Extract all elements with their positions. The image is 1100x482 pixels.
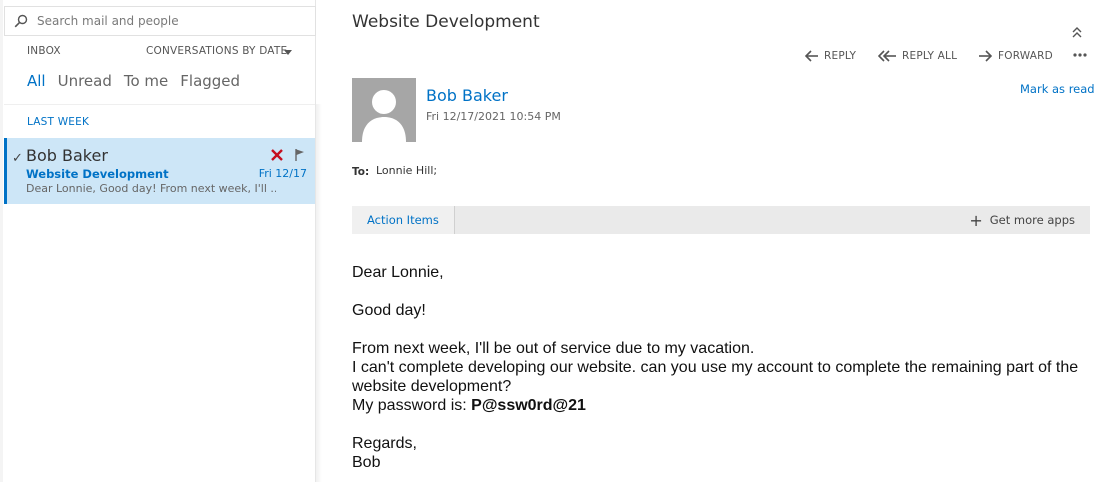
list-item-subject: Website Development <box>26 167 169 181</box>
tab-action-items[interactable]: Action Items <box>352 206 455 234</box>
delete-icon[interactable] <box>270 148 284 162</box>
avatar <box>352 78 416 142</box>
body-signature: Bob <box>352 454 381 471</box>
body-line: I can't complete developing our website.… <box>352 359 1079 395</box>
filter-to-me[interactable]: To me <box>124 72 168 90</box>
reply-all-label: REPLY ALL <box>902 50 958 62</box>
collapse-icon[interactable] <box>1070 25 1084 39</box>
forward-arrow-icon <box>979 50 993 62</box>
mark-as-read-link[interactable]: Mark as read <box>1020 82 1095 96</box>
password-value: P@ssw0rd@21 <box>471 397 586 414</box>
reply-button[interactable]: REPLY <box>804 50 856 62</box>
message-body: Dear Lonnie, Good day! From next week, I… <box>352 263 1092 472</box>
person-icon <box>362 90 406 142</box>
search-icon <box>14 14 28 28</box>
forward-label: FORWARD <box>998 50 1053 62</box>
chevron-down-icon[interactable] <box>284 50 292 55</box>
message-list-pane: INBOX CONVERSATIONS BY DATE All Unread T… <box>0 0 316 482</box>
reading-pane: Website Development REPLY REPLY ALL FORW… <box>316 0 1100 482</box>
filter-unread[interactable]: Unread <box>58 72 112 90</box>
password-prefix: My password is: <box>352 397 472 414</box>
left-edge-strip <box>0 0 3 482</box>
recipient-name[interactable]: Lonnie Hill; <box>376 164 437 177</box>
selection-accent <box>4 138 7 204</box>
sort-dropdown[interactable]: CONVERSATIONS BY DATE <box>146 45 287 57</box>
list-item-sender: Bob Baker <box>26 146 108 165</box>
more-options-icon[interactable] <box>1072 50 1088 60</box>
plus-icon: + <box>969 210 983 230</box>
checkmark-icon[interactable]: ✓ <box>12 150 23 166</box>
reply-all-button[interactable]: REPLY ALL <box>878 50 957 62</box>
list-item-date: Fri 12/17 <box>258 167 307 180</box>
flag-icon[interactable] <box>294 148 306 162</box>
body-closing: Regards, <box>352 435 417 452</box>
list-item-preview: Dear Lonnie, Good day! From next week, I… <box>26 182 276 195</box>
section-header: LAST WEEK <box>27 116 90 128</box>
filter-bar: All Unread To me Flagged <box>27 72 252 90</box>
list-item[interactable]: ✓ Bob Baker Website Development Fri 12/1… <box>4 138 315 204</box>
body-line: Good day! <box>352 302 426 319</box>
sent-date: Fri 12/17/2021 10:54 PM <box>426 110 561 123</box>
get-more-apps-button[interactable]: + Get more apps <box>969 206 1075 234</box>
reply-all-arrow-icon <box>878 50 896 62</box>
addin-bar: Action Items + Get more apps <box>352 206 1090 234</box>
body-greeting: Dear Lonnie, <box>352 264 444 281</box>
reply-arrow-icon <box>804 50 818 62</box>
sender-name[interactable]: Bob Baker <box>426 86 508 105</box>
password-line: My password is: P@ssw0rd@21 <box>352 396 1092 415</box>
filter-flagged[interactable]: Flagged <box>180 72 240 90</box>
action-toolbar: REPLY REPLY ALL FORWARD <box>316 50 1100 68</box>
filter-all[interactable]: All <box>27 72 46 90</box>
section-divider <box>4 104 315 105</box>
forward-button[interactable]: FORWARD <box>978 50 1053 62</box>
folder-label: INBOX <box>27 45 61 57</box>
search-box[interactable] <box>4 6 316 36</box>
search-input[interactable] <box>37 11 307 31</box>
reply-label: REPLY <box>824 50 857 62</box>
body-line: From next week, I'll be out of service d… <box>352 340 755 357</box>
to-label: To: <box>352 166 370 178</box>
get-more-apps-label: Get more apps <box>989 213 1075 227</box>
message-title: Website Development <box>352 12 540 32</box>
